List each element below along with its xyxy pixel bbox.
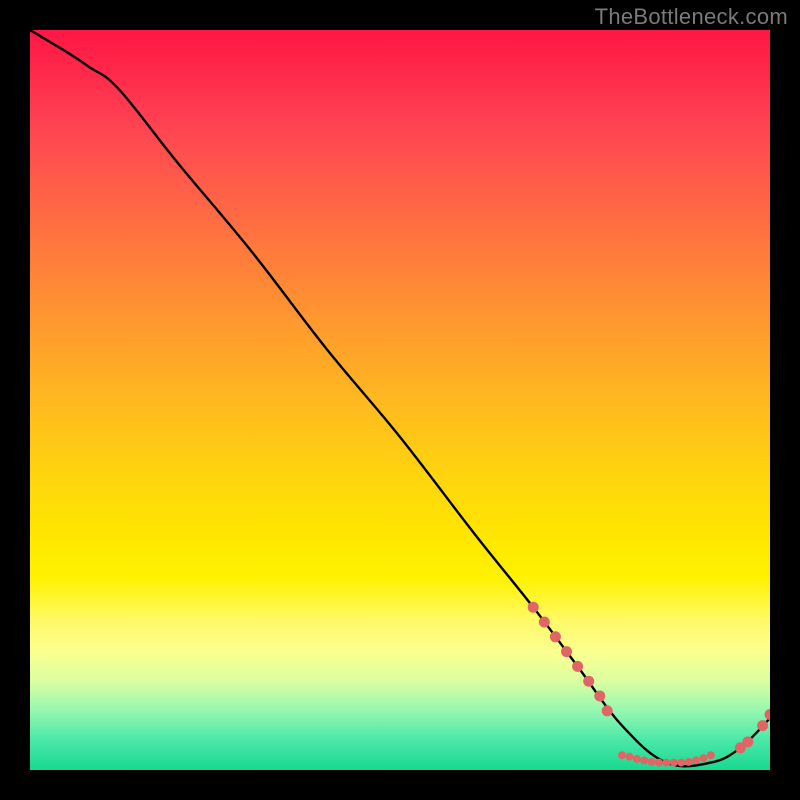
curve-marker — [707, 751, 715, 759]
curve-marker — [594, 691, 605, 702]
curve-marker — [550, 631, 561, 642]
curve-marker — [583, 676, 594, 687]
curve-marker — [685, 758, 693, 766]
curve-marker — [692, 756, 700, 764]
curve-marker — [602, 705, 613, 716]
curve-line — [30, 30, 770, 766]
curve-marker — [677, 759, 685, 767]
curve-marker — [765, 709, 771, 720]
curve-markers — [528, 602, 770, 767]
curve-marker — [618, 751, 626, 759]
curve-marker — [670, 759, 678, 767]
chart-plot-area — [30, 30, 770, 770]
watermark-text: TheBottleneck.com — [595, 4, 788, 30]
curve-marker — [662, 759, 670, 767]
chart-frame: TheBottleneck.com — [0, 0, 800, 800]
curve-marker — [742, 736, 753, 747]
curve-marker — [633, 755, 641, 763]
curve-marker — [625, 753, 633, 761]
curve-marker — [648, 758, 656, 766]
curve-marker — [561, 646, 572, 657]
curve-marker — [640, 756, 648, 764]
chart-overlay — [30, 30, 770, 770]
curve-marker — [757, 720, 768, 731]
curve-marker — [655, 759, 663, 767]
curve-marker — [539, 617, 550, 628]
curve-marker — [572, 661, 583, 672]
curve-marker — [699, 754, 707, 762]
curve-marker — [528, 602, 539, 613]
